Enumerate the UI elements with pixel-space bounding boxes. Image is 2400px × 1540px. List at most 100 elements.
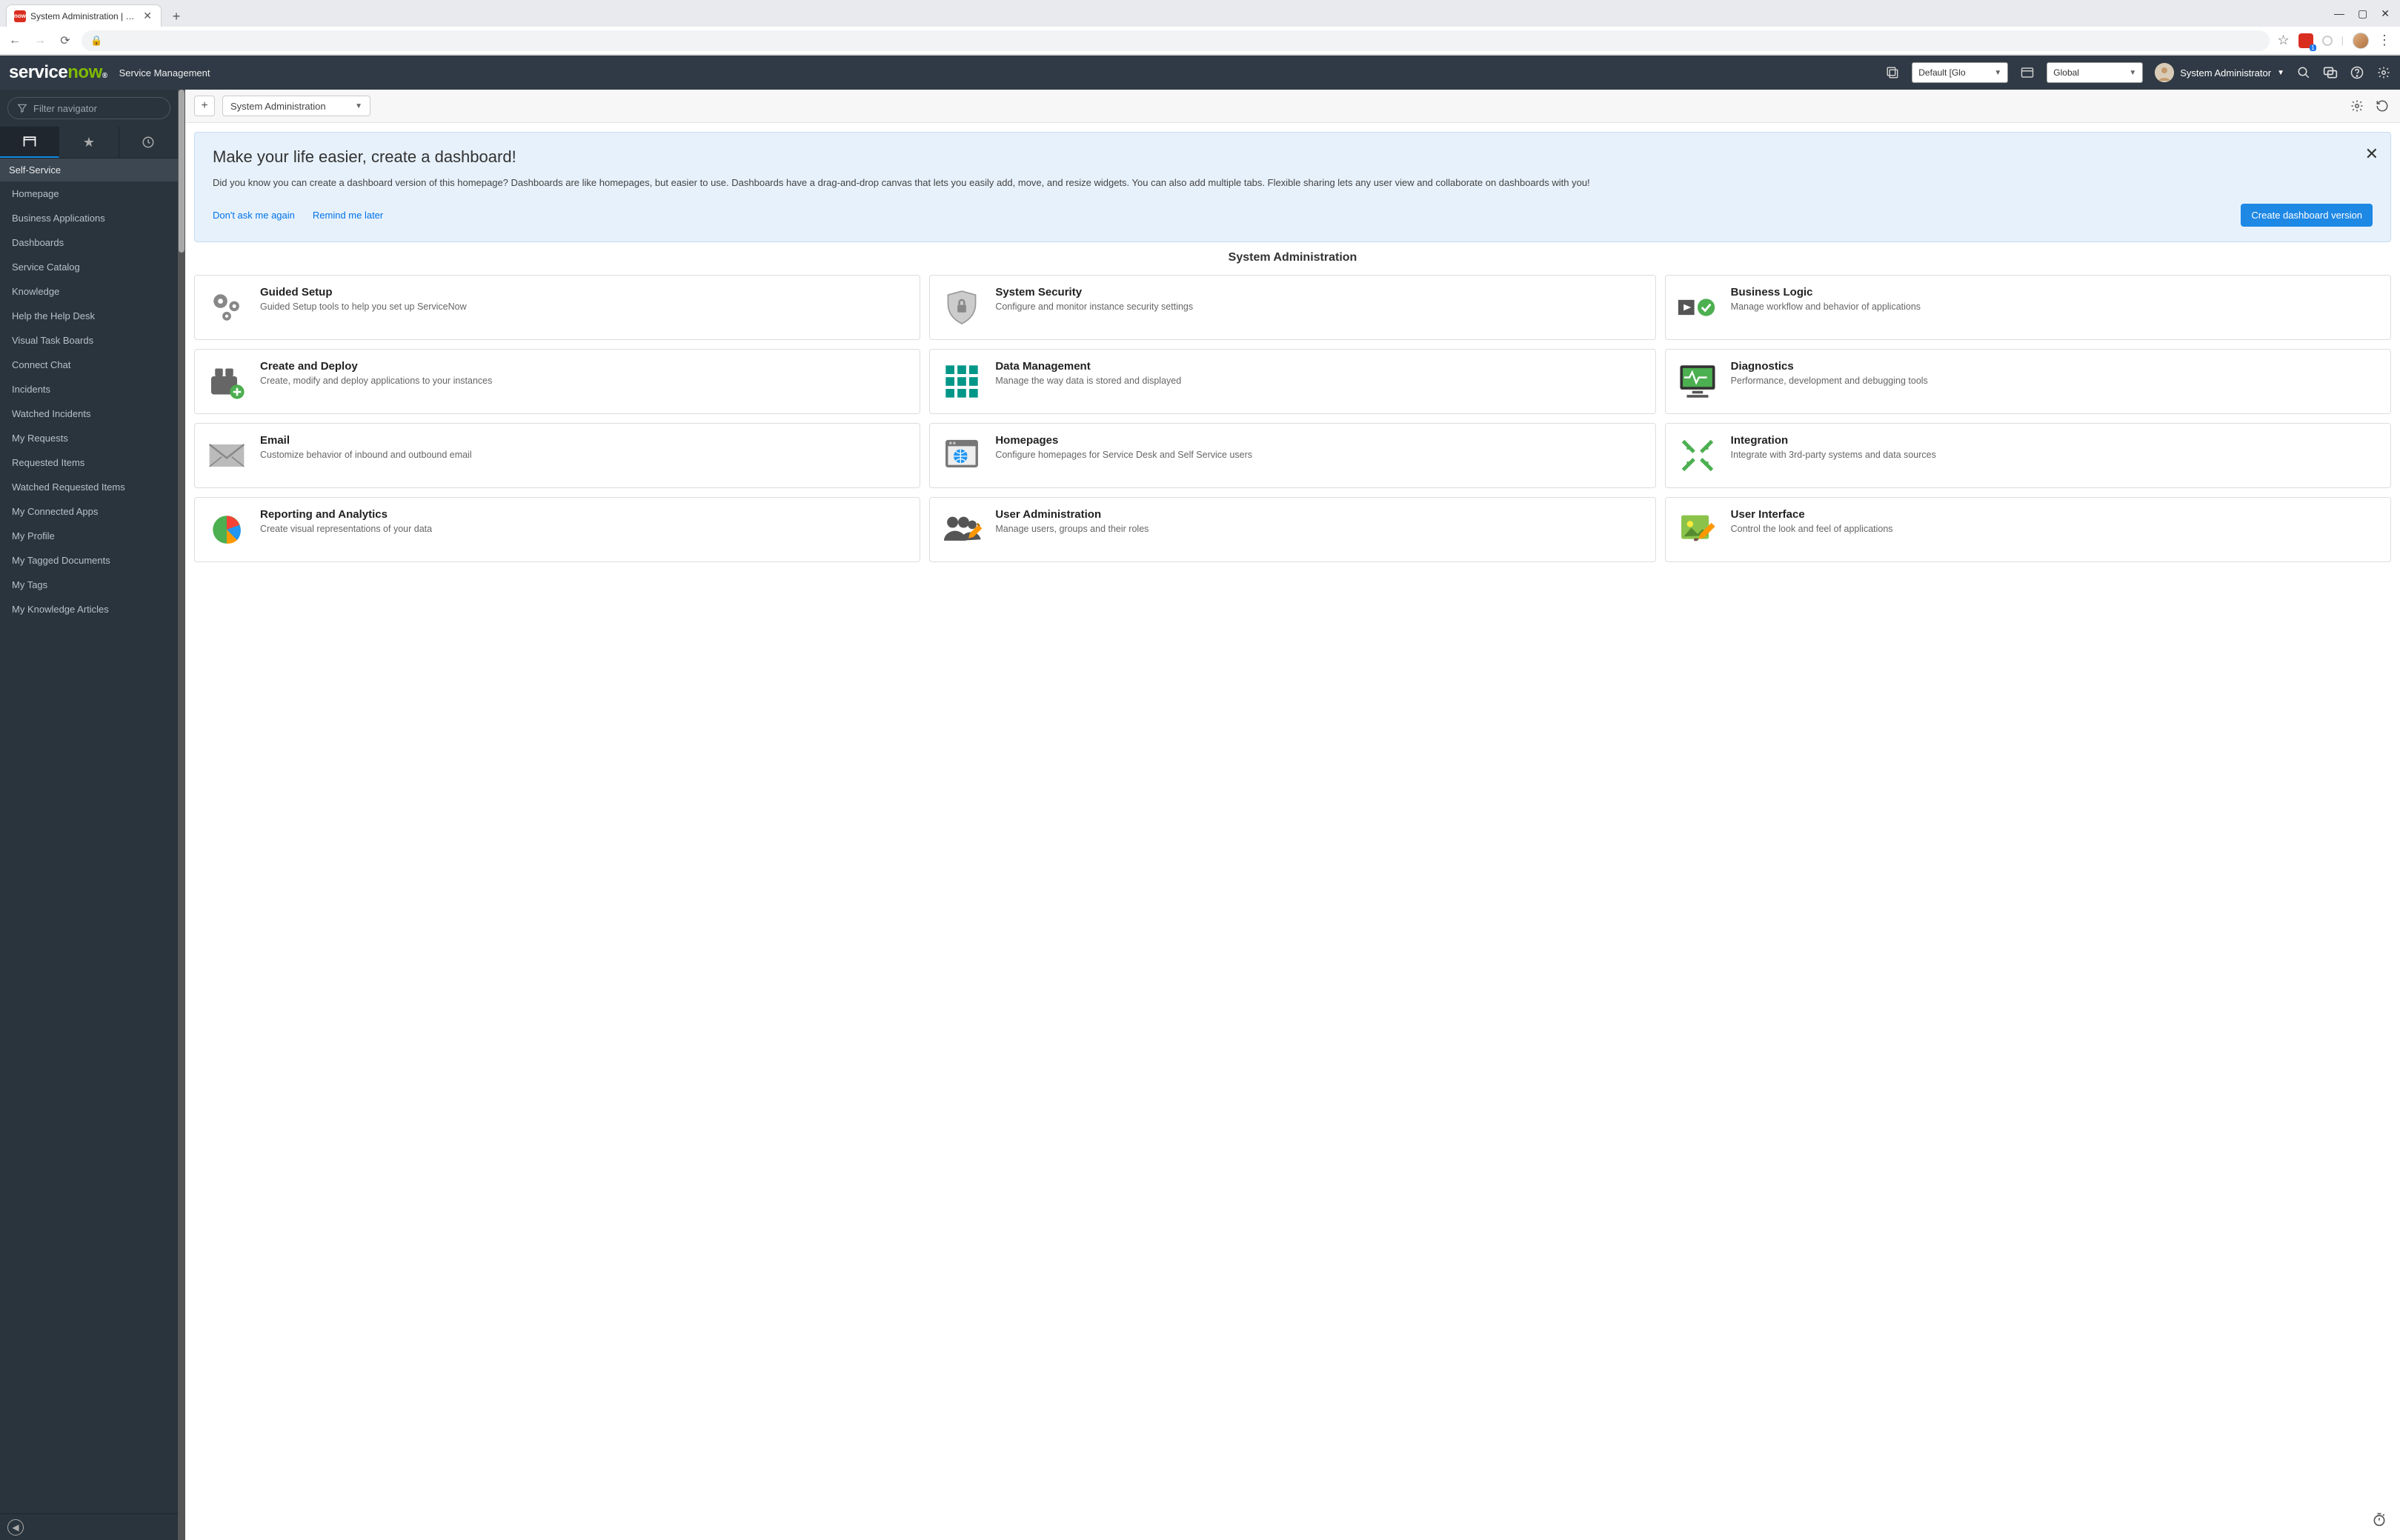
card-desc: Manage workflow and behavior of applicat…: [1731, 301, 1921, 314]
leftnav-footer: ◀: [0, 1513, 178, 1540]
card-desc: Create, modify and deploy applications t…: [260, 375, 492, 388]
tab-close-icon[interactable]: ✕: [142, 10, 153, 22]
new-tab-button[interactable]: +: [166, 6, 187, 27]
card[interactable]: EmailCustomize behavior of inbound and o…: [194, 423, 920, 488]
forward-icon[interactable]: →: [31, 32, 49, 50]
star-icon[interactable]: ☆: [2277, 33, 2289, 48]
card[interactable]: User InterfaceControl the look and feel …: [1665, 497, 2391, 562]
scrollbar-thumb[interactable]: [179, 90, 185, 253]
create-dashboard-button[interactable]: Create dashboard version: [2241, 204, 2373, 227]
nav-tab-history[interactable]: [119, 127, 178, 158]
gear-icon[interactable]: [2376, 65, 2391, 80]
nav-item[interactable]: Requested Items: [0, 450, 178, 475]
collapse-nav-icon[interactable]: ◀: [7, 1519, 24, 1536]
refresh-icon[interactable]: [2373, 97, 2391, 115]
chevron-down-icon: ▼: [2277, 69, 2284, 77]
header-subtitle: Service Management: [119, 67, 210, 79]
users-pencil-icon: [940, 508, 983, 551]
stopwatch-icon[interactable]: [2372, 1512, 2387, 1527]
card[interactable]: Reporting and AnalyticsCreate visual rep…: [194, 497, 920, 562]
browser-menu-icon[interactable]: ⋮: [2378, 33, 2391, 48]
nav-tab-favorites[interactable]: ★: [59, 127, 119, 158]
app-scope-picker[interactable]: Global ▼: [2047, 62, 2143, 83]
picture-brush-icon: [1676, 508, 1719, 551]
nav-section-label: Self-Service: [9, 164, 61, 176]
dashboard-banner: Make your life easier, create a dashboar…: [194, 132, 2391, 242]
add-content-button[interactable]: +: [194, 96, 215, 116]
browser-tab-active[interactable]: now System Administration | ServiceN ✕: [6, 4, 162, 27]
nav-item[interactable]: Homepage: [0, 181, 178, 206]
nav-item[interactable]: My Tags: [0, 573, 178, 597]
card-title: User Interface: [1731, 508, 1893, 521]
card[interactable]: Business LogicManage workflow and behavi…: [1665, 275, 2391, 340]
nav-item[interactable]: Visual Task Boards: [0, 328, 178, 353]
close-icon[interactable]: ✕: [2365, 144, 2379, 164]
help-icon[interactable]: [2350, 65, 2364, 80]
card-desc: Integrate with 3rd-party systems and dat…: [1731, 449, 1936, 462]
card[interactable]: HomepagesConfigure homepages for Service…: [929, 423, 1655, 488]
card-desc: Create visual representations of your da…: [260, 523, 432, 536]
minimize-icon[interactable]: —: [2334, 7, 2344, 19]
nav-item[interactable]: Knowledge: [0, 279, 178, 304]
card[interactable]: System SecurityConfigure and monitor ins…: [929, 275, 1655, 340]
content-toolbar: + System Administration ▼: [185, 90, 2400, 123]
nav-item[interactable]: Watched Incidents: [0, 401, 178, 426]
remind-later-link[interactable]: Remind me later: [313, 210, 383, 221]
profile-avatar-icon[interactable]: [2353, 33, 2369, 49]
omnibox[interactable]: 🔒: [82, 30, 2270, 51]
nav-item[interactable]: Connect Chat: [0, 353, 178, 377]
extension-icon[interactable]: 1: [2298, 33, 2313, 48]
card-desc: Manage users, groups and their roles: [995, 523, 1149, 536]
nav-item[interactable]: Help the Help Desk: [0, 304, 178, 328]
lock-icon: 🔒: [90, 35, 102, 47]
update-set-icon[interactable]: [1885, 65, 1900, 80]
update-set-picker[interactable]: Default [Glo ▼: [1912, 62, 2008, 83]
filter-icon: [17, 103, 27, 113]
card[interactable]: User Administration Manage users, groups …: [929, 497, 1655, 562]
play-check-icon: [1676, 286, 1719, 329]
reload-icon[interactable]: ⟳: [56, 32, 74, 50]
search-icon[interactable]: [2296, 65, 2311, 80]
nav-item[interactable]: My Knowledge Articles: [0, 597, 178, 621]
nav-item[interactable]: My Requests: [0, 426, 178, 450]
close-window-icon[interactable]: ✕: [2381, 7, 2390, 20]
card-title: User Administration: [995, 508, 1149, 521]
nav-item[interactable]: My Tagged Documents: [0, 548, 178, 573]
favicon-icon: now: [14, 10, 26, 22]
loading-indicator-icon: [2322, 36, 2333, 46]
nav-section-header[interactable]: Self-Service: [0, 159, 178, 181]
nav-item[interactable]: Watched Requested Items: [0, 475, 178, 499]
gears-icon: [205, 286, 248, 329]
gear-icon[interactable]: [2348, 97, 2366, 115]
dont-ask-link[interactable]: Don't ask me again: [213, 210, 295, 221]
back-icon[interactable]: ←: [6, 32, 24, 50]
nav-item[interactable]: My Profile: [0, 524, 178, 548]
app-scope-icon[interactable]: [2020, 65, 2035, 80]
user-menu[interactable]: System Administrator ▼: [2155, 63, 2284, 82]
card-title: Diagnostics: [1731, 360, 1928, 373]
nav-item[interactable]: My Connected Apps: [0, 499, 178, 524]
scrollbar-track[interactable]: [178, 90, 185, 1540]
card-title: Create and Deploy: [260, 360, 492, 373]
card[interactable]: Data ManagementManage the way data is st…: [929, 349, 1655, 414]
card[interactable]: Guided Setup Guided Setup tools to help y…: [194, 275, 920, 340]
maximize-icon[interactable]: ▢: [2358, 7, 2367, 20]
card[interactable]: DiagnosticsPerformance, development and …: [1665, 349, 2391, 414]
card-title: Guided Setup: [260, 286, 467, 299]
banner-title: Make your life easier, create a dashboar…: [213, 147, 2373, 167]
nav-tab-all[interactable]: [0, 127, 59, 158]
nav-item[interactable]: Business Applications: [0, 206, 178, 230]
card[interactable]: Create and Deploy Create, modify and depl…: [194, 349, 920, 414]
card-desc: Manage the way data is stored and displa…: [995, 375, 1181, 388]
grid-squares-icon: [940, 360, 983, 403]
nav-item[interactable]: Service Catalog: [0, 255, 178, 279]
chat-icon[interactable]: [2323, 65, 2338, 80]
filter-navigator-input[interactable]: Filter navigator: [7, 97, 170, 119]
card-desc: Guided Setup tools to help you set up Se…: [260, 301, 467, 314]
card[interactable]: IntegrationIntegrate with 3rd-party syst…: [1665, 423, 2391, 488]
page-picker[interactable]: System Administration ▼: [222, 96, 370, 116]
nav-item[interactable]: Incidents: [0, 377, 178, 401]
servicenow-logo[interactable]: servicenow®: [9, 62, 107, 83]
nav-item[interactable]: Dashboards: [0, 230, 178, 255]
cards-grid: Guided Setup Guided Setup tools to help y…: [194, 275, 2391, 562]
